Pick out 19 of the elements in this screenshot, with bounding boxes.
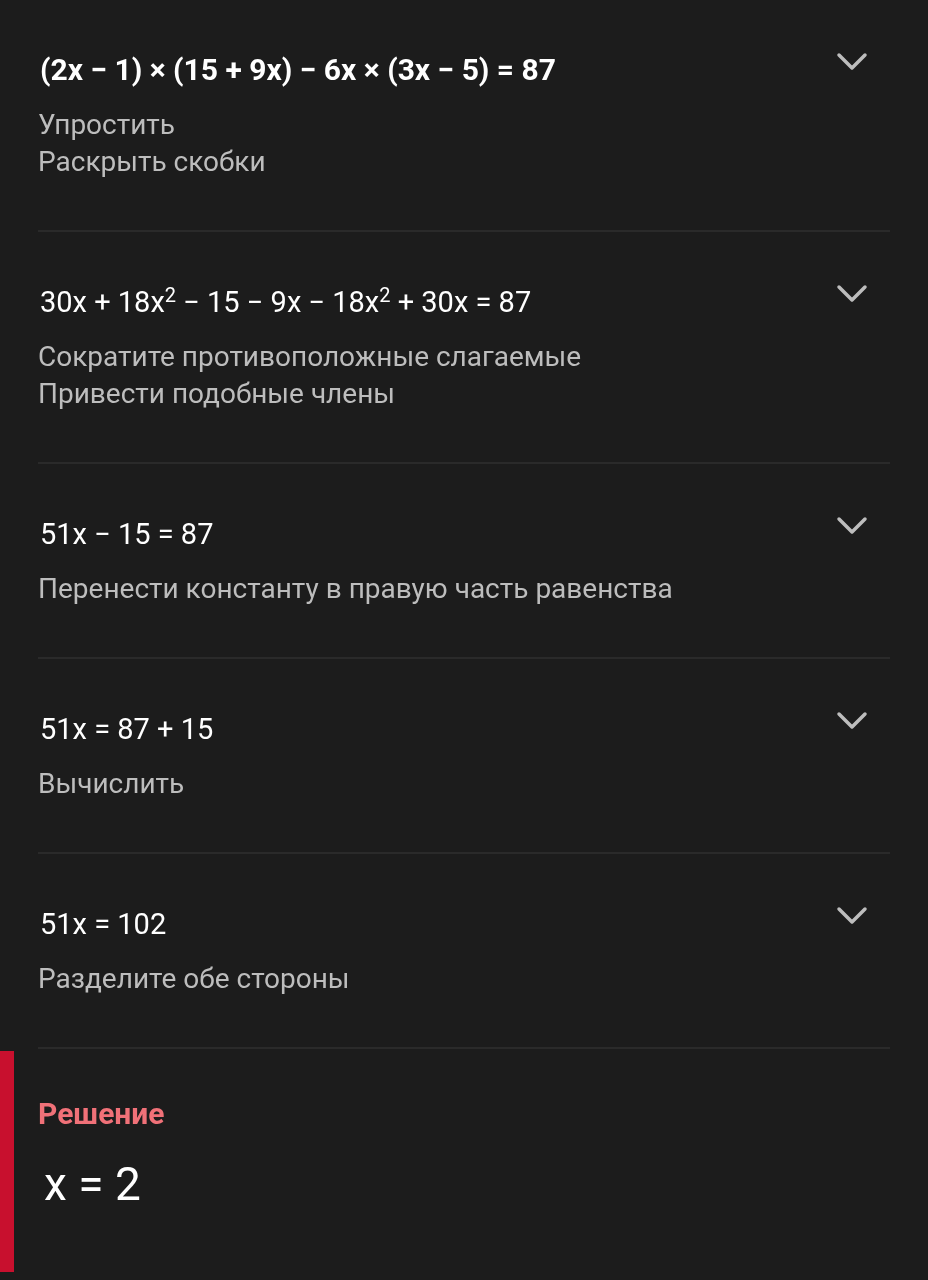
step-hint: Вычислить — [38, 766, 186, 802]
step-hint: Перенести константу в правую часть равенства — [38, 571, 674, 607]
equation: (2x − 1) × (15 + 9x) − 6x × (3x − 5) = 87 — [40, 51, 556, 89]
solution-answer: x = 2 — [43, 1156, 142, 1212]
step-hint: Разделите обе стороны — [38, 961, 351, 997]
chevron-down-icon[interactable] — [836, 516, 868, 536]
equation: 51x = 102 — [40, 906, 167, 943]
chevron-down-icon[interactable] — [836, 284, 868, 304]
chevron-down-icon[interactable] — [836, 906, 868, 926]
equation: 51x = 87 + 15 — [40, 711, 214, 748]
step-hint: Раскрыть скобки — [38, 144, 267, 180]
step-hint: Привести подобные члены — [38, 376, 397, 412]
equation: 51x − 15 = 87 — [40, 516, 214, 553]
solution-title: Решение — [38, 1095, 166, 1133]
equation: 30x + 18x$^{2}$ − 15 − 9x − 18x$^{2}$ + 30x = 87 — [40, 282, 532, 321]
chevron-down-icon[interactable] — [836, 711, 868, 731]
chevron-down-icon[interactable] — [836, 52, 868, 72]
step-hint: Сократите противоположные слагаемые — [38, 339, 583, 375]
step-hint: Упростить — [38, 107, 177, 143]
